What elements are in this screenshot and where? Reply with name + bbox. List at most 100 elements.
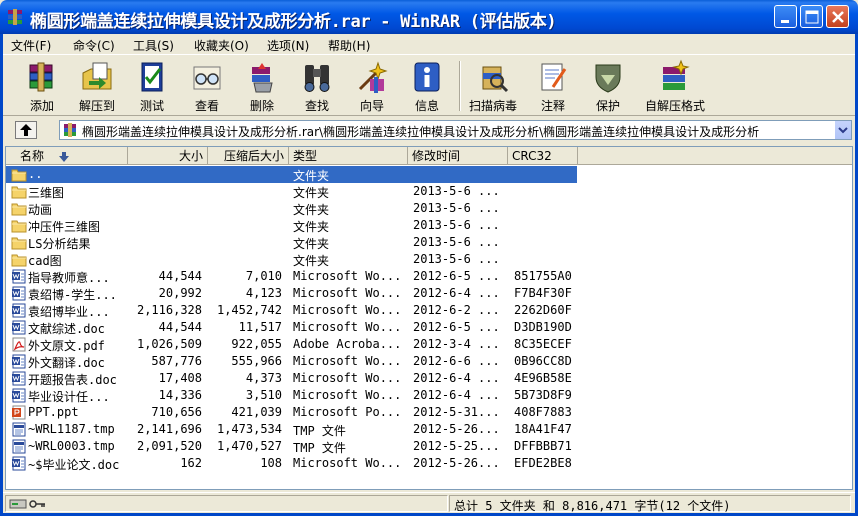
- maximize-button[interactable]: [800, 5, 823, 28]
- delete-label: 删除: [249, 99, 274, 113]
- menu-command[interactable]: 命令(C): [73, 37, 115, 54]
- file-name: ..: [28, 167, 43, 181]
- file-modified: 2012-6-4 ...: [413, 388, 500, 402]
- file-row[interactable]: .. 文件夹: [6, 166, 852, 183]
- wizard-button[interactable]: 向导: [342, 57, 402, 115]
- folder-icon: [11, 201, 27, 216]
- file-packed-size: 4,123: [245, 286, 282, 300]
- window-title: 椭圆形端盖连续拉伸模具设计及成形分析.rar - WinRAR (评估版本): [30, 12, 557, 32]
- column-header-type[interactable]: 类型: [289, 147, 408, 165]
- close-button[interactable]: [826, 5, 849, 28]
- file-list[interactable]: 名称 大小 压缩后大小 类型 修改时间 CRC32 .. 文件夹 三维图 文件夹 201…: [5, 146, 853, 490]
- file-crc: F7B4F30F: [514, 286, 572, 300]
- file-row[interactable]: 袁绍博毕业... 2,116,328 1,452,742 Microsoft Wo..…: [6, 302, 852, 319]
- file-crc: DFFBBB71: [514, 439, 572, 453]
- sfx-button[interactable]: 自解压格式: [645, 57, 705, 115]
- view-label: 查看: [194, 99, 219, 113]
- add-books-icon: [29, 62, 53, 92]
- file-modified: 2012-6-4 ...: [413, 286, 500, 300]
- folder-icon: [11, 218, 27, 233]
- file-row[interactable]: 外文翻译.doc 587,776 555,966 Microsoft Wo... 201…: [6, 353, 852, 370]
- add-button[interactable]: 添加: [12, 57, 72, 115]
- file-row[interactable]: LS分析结果 文件夹 2013-5-6 ...: [6, 234, 852, 251]
- word-doc-icon: [11, 456, 27, 471]
- file-row[interactable]: 外文原文.pdf 1,026,509 922,055 Adobe Acroba... 2…: [6, 336, 852, 353]
- virus-scan-label: 扫描病毒: [468, 99, 517, 113]
- path-dropdown-button[interactable]: [834, 121, 851, 139]
- virus-scan-button[interactable]: 扫描病毒: [463, 57, 523, 115]
- file-size: 44,544: [158, 269, 202, 283]
- comment-button[interactable]: 注释: [523, 57, 583, 115]
- menu-bar: 文件(F) 命令(C) 工具(S) 收藏夹(O) 选项(N) 帮助(H): [3, 34, 855, 54]
- file-row[interactable]: 指导教师意... 44,544 7,010 Microsoft Wo... 2012-6…: [6, 268, 852, 285]
- info-button[interactable]: 信息: [397, 57, 457, 115]
- view-button[interactable]: 查看: [177, 57, 237, 115]
- delete-button[interactable]: 删除: [232, 57, 292, 115]
- menu-file[interactable]: 文件(F): [11, 37, 51, 54]
- menu-options[interactable]: 选项(N): [267, 37, 309, 54]
- status-bar: 总计 5 文件夹 和 8,816,471 字节(12 个文件): [3, 492, 855, 513]
- chevron-down-icon: [838, 127, 848, 134]
- file-packed-size: 1,473,534: [216, 422, 282, 436]
- test-button[interactable]: 测试: [122, 57, 182, 115]
- file-name: 外文翻译.doc: [28, 356, 105, 370]
- list-header: 名称 大小 压缩后大小 类型 修改时间 CRC32: [6, 147, 852, 165]
- word-doc-icon: [11, 371, 27, 386]
- file-row[interactable]: 袁绍博-学生... 20,992 4,123 Microsoft Wo... 2012-…: [6, 285, 852, 302]
- close-icon: [832, 11, 844, 23]
- protect-button[interactable]: 保护: [578, 57, 638, 115]
- file-modified: 2012-5-25...: [413, 439, 500, 453]
- extract-to-button[interactable]: 解压到: [67, 57, 127, 115]
- menu-favorites[interactable]: 收藏夹(O): [194, 37, 249, 54]
- file-row[interactable]: cad图 文件夹 2013-5-6 ...: [6, 251, 852, 268]
- up-folder-button[interactable]: [15, 121, 37, 139]
- minimize-button[interactable]: [774, 5, 797, 28]
- find-label: 查找: [304, 99, 329, 113]
- file-crc: 18A41F47: [514, 422, 572, 436]
- path-combobox[interactable]: 椭圆形端盖连续拉伸模具设计及成形分析.rar\椭圆形端盖连续拉伸模具设计及成形分…: [59, 120, 852, 140]
- title-bar[interactable]: 椭圆形端盖连续拉伸模具设计及成形分析.rar - WinRAR (评估版本): [0, 0, 858, 34]
- winrar-app-icon[interactable]: [6, 8, 24, 26]
- column-name-label: 名称: [20, 149, 45, 163]
- file-crc: 5B73D8F9: [514, 388, 572, 402]
- file-row[interactable]: 开题报告表.doc 17,408 4,373 Microsoft Wo... 2012-…: [6, 370, 852, 387]
- menu-help[interactable]: 帮助(H): [328, 37, 370, 54]
- file-type: TMP 文件: [293, 441, 346, 455]
- file-modified: 2013-5-6 ...: [413, 252, 500, 266]
- word-doc-icon: [11, 269, 27, 284]
- test-label: 测试: [139, 99, 164, 113]
- folder-icon: [11, 167, 27, 182]
- file-row[interactable]: PPT.ppt 710,656 421,039 Microsoft Po... 2012…: [6, 404, 852, 421]
- tmp-file-icon: [11, 439, 27, 454]
- file-row[interactable]: 动画 文件夹 2013-5-6 ...: [6, 200, 852, 217]
- file-row[interactable]: ~WRL0003.tmp 2,091,520 1,470,527 TMP 文件 2012…: [6, 438, 852, 455]
- column-header-modified[interactable]: 修改时间: [408, 147, 508, 165]
- column-header-crc[interactable]: CRC32: [508, 147, 578, 165]
- file-size: 14,336: [158, 388, 202, 402]
- test-icon: [141, 62, 163, 92]
- file-row[interactable]: ~$毕业论文.doc 162 108 Microsoft Wo... 2012-5-26…: [6, 455, 852, 472]
- file-type: Microsoft Wo...: [293, 371, 402, 385]
- file-modified: 2012-5-26...: [413, 422, 500, 436]
- info-icon: [414, 62, 440, 92]
- column-header-name[interactable]: 名称: [6, 147, 128, 165]
- menu-tools[interactable]: 工具(S): [133, 37, 174, 54]
- file-row[interactable]: 文献综述.doc 44,544 11,517 Microsoft Wo... 2012-…: [6, 319, 852, 336]
- file-size: 2,116,328: [136, 303, 202, 317]
- file-name: cad图: [28, 254, 62, 268]
- file-name: 文献综述.doc: [28, 322, 105, 336]
- file-row[interactable]: ~WRL1187.tmp 2,141,696 1,473,534 TMP 文件 2012…: [6, 421, 852, 438]
- file-name: 袁绍博毕业...: [28, 305, 110, 319]
- column-header-size[interactable]: 大小: [128, 147, 208, 165]
- file-crc: 0B96CC8D: [514, 354, 572, 368]
- minimize-icon: [781, 20, 789, 23]
- find-button[interactable]: 查找: [287, 57, 347, 115]
- file-row[interactable]: 冲压件三维图 文件夹 2013-5-6 ...: [6, 217, 852, 234]
- drive-key-icon[interactable]: [9, 497, 49, 511]
- column-header-packed[interactable]: 压缩后大小: [208, 147, 289, 165]
- file-row[interactable]: 三维图 文件夹 2013-5-6 ...: [6, 183, 852, 200]
- file-packed-size: 108: [260, 456, 282, 470]
- word-doc-icon: [11, 320, 27, 335]
- wizard-label: 向导: [359, 99, 384, 113]
- file-row[interactable]: 毕业设计任... 14,336 3,510 Microsoft Wo... 2012-6…: [6, 387, 852, 404]
